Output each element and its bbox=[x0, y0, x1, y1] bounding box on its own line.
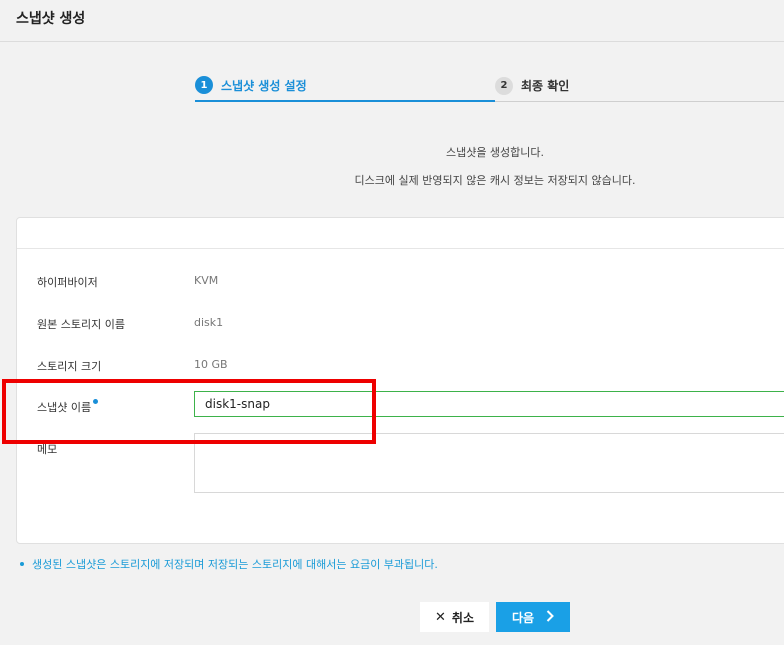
storage-size-value: 10 GB bbox=[194, 358, 228, 371]
wizard-steps: 1 스냅샷 생성 설정 2 최종 확인 bbox=[195, 70, 784, 102]
form-card: 하이퍼바이저 KVM 원본 스토리지 이름 disk1 스토리지 크기 10 G… bbox=[16, 217, 784, 544]
source-storage-value: disk1 bbox=[194, 316, 224, 329]
next-button-label: 다음 bbox=[511, 610, 535, 625]
card-divider bbox=[17, 248, 784, 249]
snapshot-name-input[interactable] bbox=[194, 391, 784, 417]
step-confirm: 2 최종 확인 bbox=[495, 70, 784, 102]
hypervisor-value: KVM bbox=[194, 274, 219, 287]
step-number-1: 1 bbox=[195, 76, 213, 94]
step-label-1: 스냅샷 생성 설정 bbox=[221, 78, 307, 93]
cancel-button[interactable]: ✕ 취소 bbox=[420, 602, 489, 632]
snapshot-name-label-text: 스냅샷 이름 bbox=[37, 401, 92, 414]
hypervisor-label: 하이퍼바이저 bbox=[37, 276, 98, 289]
note-bullet-icon bbox=[20, 562, 24, 566]
page-title: 스냅샷 생성 bbox=[16, 11, 86, 27]
step-settings: 1 스냅샷 생성 설정 bbox=[195, 70, 495, 102]
chevron-right-icon bbox=[546, 609, 554, 625]
billing-note-text: 생성된 스냅샷은 스토리지에 저장되며 저장되는 스토리지에 대해서는 요금이 … bbox=[32, 558, 438, 571]
storage-size-label: 스토리지 크기 bbox=[37, 360, 102, 373]
billing-note: 생성된 스냅샷은 스토리지에 저장되며 저장되는 스토리지에 대해서는 요금이 … bbox=[20, 556, 438, 572]
step-label-2: 최종 확인 bbox=[521, 79, 570, 93]
source-storage-label: 원본 스토리지 이름 bbox=[37, 318, 125, 331]
page-header: 스냅샷 생성 bbox=[0, 0, 784, 42]
memo-label: 메모 bbox=[37, 443, 58, 456]
close-icon: ✕ bbox=[435, 609, 446, 625]
cancel-button-label: 취소 bbox=[451, 610, 474, 625]
next-button[interactable]: 다음 bbox=[496, 602, 570, 632]
memo-textarea[interactable] bbox=[194, 433, 784, 493]
required-indicator-icon bbox=[93, 399, 99, 404]
description-line-2: 디스크에 실제 반영되지 않은 캐시 정보는 저장되지 않습니다. bbox=[354, 174, 636, 187]
step-number-2: 2 bbox=[495, 76, 513, 95]
snapshot-name-label: 스냅샷 이름 bbox=[37, 399, 99, 415]
description-line-1: 스냅샷을 생성합니다. bbox=[445, 146, 545, 159]
